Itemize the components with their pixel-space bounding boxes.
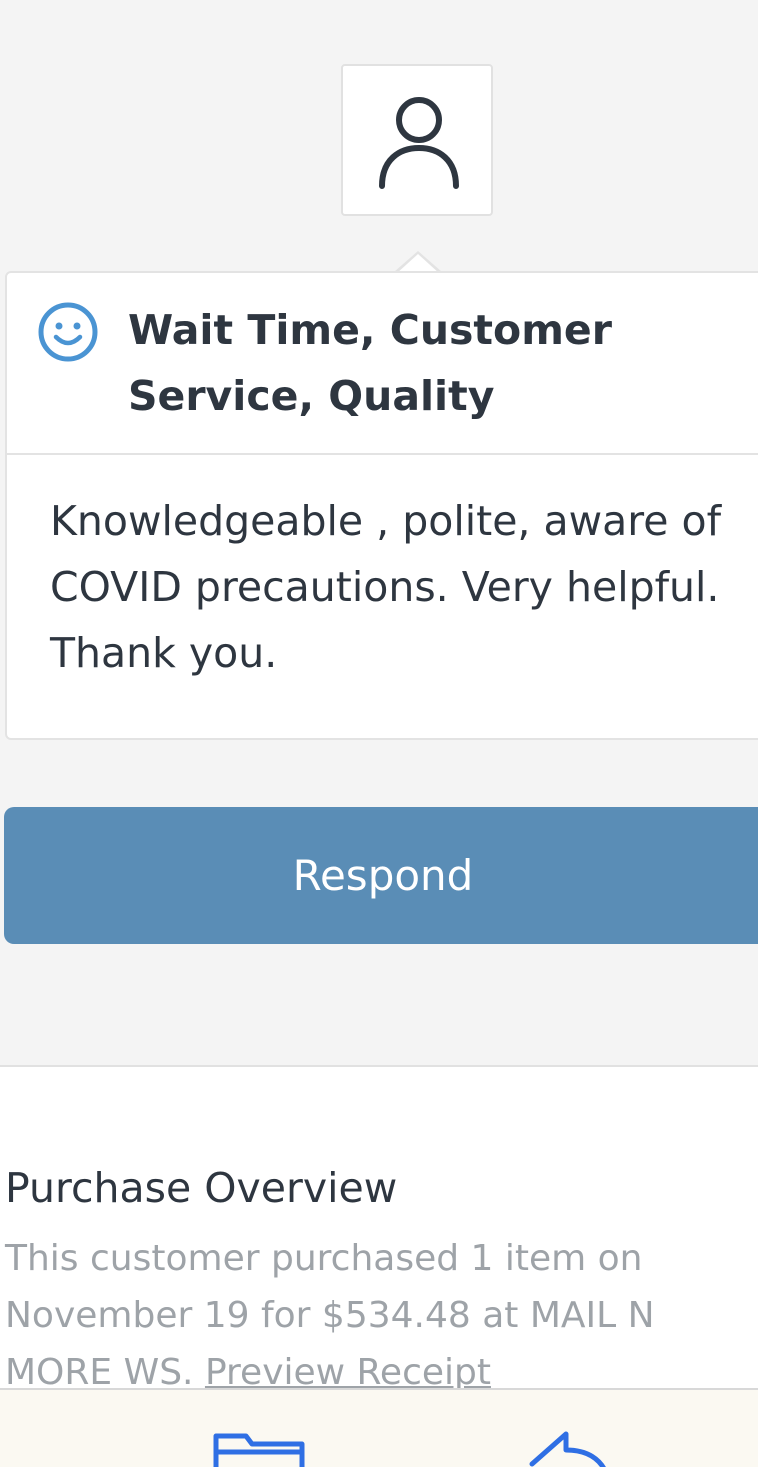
smile-icon (38, 302, 98, 362)
review-card: Wait Time, Customer Service, Quality Kno… (5, 271, 758, 740)
purchase-overview-section: Purchase Overview This customer purchase… (0, 1065, 758, 1397)
review-card-header: Wait Time, Customer Service, Quality (7, 273, 758, 455)
person-icon (379, 97, 459, 189)
folder-icon[interactable] (212, 1430, 308, 1467)
purchase-overview-title: Purchase Overview (5, 1164, 398, 1212)
review-categories-title: Wait Time, Customer Service, Quality (128, 306, 612, 420)
review-comment: Knowledgeable , polite, aware of COVID p… (50, 497, 722, 677)
customer-avatar (341, 64, 493, 216)
review-detail-screen: Wait Time, Customer Service, Quality Kno… (0, 0, 758, 1467)
respond-button[interactable]: Respond (4, 807, 758, 944)
preview-receipt-link[interactable]: Preview Receipt (205, 1352, 491, 1393)
purchase-summary: This customer purchased 1 item on Novemb… (5, 1230, 745, 1401)
respond-button-label: Respond (292, 851, 474, 900)
bottom-toolbar (0, 1388, 758, 1467)
share-icon[interactable] (526, 1428, 616, 1467)
